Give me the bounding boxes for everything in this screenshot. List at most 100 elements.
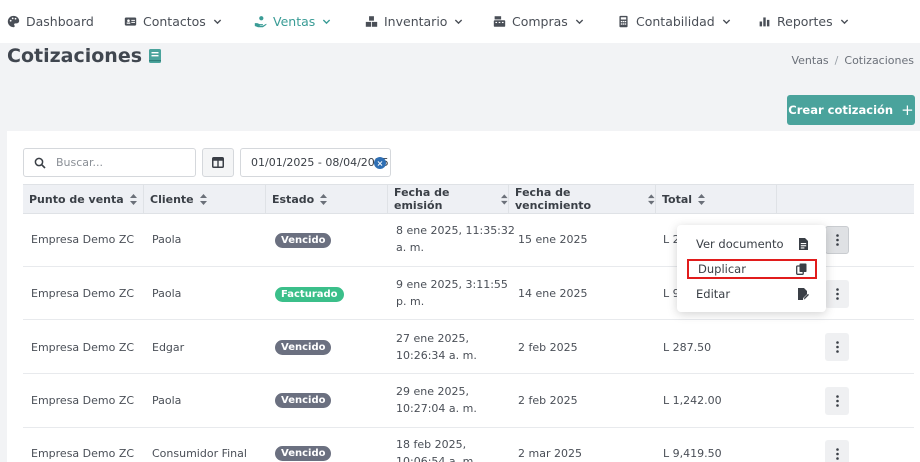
nav-label: Ventas bbox=[273, 14, 316, 29]
kebab-icon bbox=[835, 288, 839, 300]
menu-item-editar[interactable]: Editar bbox=[687, 284, 817, 304]
sort-icon bbox=[648, 193, 655, 205]
status-badge: Vencido bbox=[275, 340, 332, 355]
cell-punto: Empresa Demo ZC bbox=[31, 341, 135, 354]
cell-emision-line2: p. m. bbox=[396, 295, 425, 308]
row-actions-button[interactable] bbox=[825, 387, 849, 415]
hand-coin-icon bbox=[254, 16, 267, 28]
cell-cliente: Paola bbox=[152, 233, 182, 246]
cell-punto: Empresa Demo ZC bbox=[31, 394, 135, 407]
columns-toggle-button[interactable] bbox=[202, 148, 234, 177]
nav-compras[interactable]: Compras bbox=[493, 0, 584, 43]
document-icon bbox=[799, 238, 808, 250]
sort-icon bbox=[320, 193, 328, 205]
cell-punto: Empresa Demo ZC bbox=[31, 287, 135, 300]
cell-emision-line1: 9 ene 2025, 3:11:55 bbox=[396, 278, 508, 291]
cell-emision-line2: 10:27:04 a. m. bbox=[396, 402, 477, 415]
header-label: Total bbox=[662, 192, 693, 206]
cell-vencimiento: 2 mar 2025 bbox=[518, 447, 582, 460]
header-label: Estado bbox=[272, 192, 315, 206]
cell-emision-line1: 27 ene 2025, bbox=[396, 332, 469, 345]
sort-icon bbox=[501, 193, 508, 205]
cell-emision-line2: a. m. bbox=[396, 241, 424, 254]
kebab-icon bbox=[835, 395, 839, 407]
cell-vencimiento: 2 feb 2025 bbox=[518, 394, 578, 407]
cell-total: L 9,419.50 bbox=[663, 447, 722, 460]
nav-contabilidad[interactable]: Contabilidad bbox=[617, 0, 731, 43]
menu-item-label: Ver documento bbox=[696, 237, 784, 251]
menu-item-ver-documento[interactable]: Ver documento bbox=[687, 234, 817, 254]
row-actions-button[interactable] bbox=[825, 440, 849, 462]
header-estado[interactable]: Estado bbox=[266, 185, 388, 213]
menu-item-duplicar[interactable]: Duplicar bbox=[687, 259, 817, 279]
calculator-icon bbox=[619, 15, 628, 28]
chevron-down-icon bbox=[213, 19, 221, 25]
contact-card-icon bbox=[124, 17, 137, 26]
cell-cliente: Consumidor Final bbox=[152, 447, 247, 460]
row-actions-button[interactable] bbox=[825, 226, 849, 254]
nav-label: Reportes bbox=[777, 14, 833, 29]
top-navbar: Dashboard Contactos Ventas Inventario Co… bbox=[0, 0, 920, 43]
chevron-down-icon bbox=[323, 19, 331, 25]
nav-contactos[interactable]: Contactos bbox=[124, 0, 222, 43]
table-row: Empresa Demo ZC Edgar Vencido 27 ene 202… bbox=[23, 321, 914, 374]
cell-emision-line1: 18 feb 2025, bbox=[396, 438, 467, 451]
cell-punto: Empresa Demo ZC bbox=[31, 447, 135, 460]
header-label: Punto de venta bbox=[29, 192, 124, 206]
cell-emision-line2: 10:06:54 a. m. bbox=[396, 455, 477, 462]
palette-icon bbox=[7, 15, 20, 28]
create-quote-label: Crear cotización bbox=[788, 103, 894, 117]
cell-emision-line1: 29 ene 2025, bbox=[396, 385, 469, 398]
breadcrumb-ventas[interactable]: Ventas bbox=[791, 54, 828, 67]
boxes-icon bbox=[365, 16, 378, 27]
nav-label: Compras bbox=[512, 14, 568, 29]
chevron-down-icon bbox=[455, 19, 463, 25]
header-label: Cliente bbox=[150, 192, 194, 206]
copy-icon bbox=[796, 263, 807, 275]
cell-vencimiento: 2 feb 2025 bbox=[518, 341, 578, 354]
page-title: Cotizaciones bbox=[7, 45, 162, 67]
header-fecha-emision[interactable]: Fecha de emisión bbox=[388, 185, 509, 213]
table-row: Empresa Demo ZC Consumidor Final Vencido… bbox=[23, 429, 914, 462]
cell-cliente: Paola bbox=[152, 394, 182, 407]
cell-emision-line2: 10:26:34 a. m. bbox=[396, 349, 477, 362]
row-actions-button[interactable] bbox=[825, 333, 849, 361]
cell-emision-line1: 8 ene 2025, 11:35:32 bbox=[396, 224, 515, 237]
date-range-input[interactable]: 01/01/2025 - 08/04/2025 × bbox=[240, 148, 391, 177]
page-title-text: Cotizaciones bbox=[7, 45, 143, 67]
cell-cliente: Paola bbox=[152, 287, 182, 300]
menu-item-label: Editar bbox=[696, 287, 731, 301]
sort-icon bbox=[199, 193, 207, 205]
nav-dashboard[interactable]: Dashboard bbox=[7, 0, 94, 43]
status-badge: Vencido bbox=[275, 393, 332, 408]
search-placeholder: Buscar... bbox=[56, 156, 104, 169]
cell-cliente: Edgar bbox=[152, 341, 185, 354]
header-fecha-vencimiento[interactable]: Fecha de vencimiento bbox=[509, 185, 656, 213]
chevron-down-icon bbox=[575, 19, 583, 25]
nav-inventario[interactable]: Inventario bbox=[365, 0, 463, 43]
cell-total: L 1,242.00 bbox=[663, 394, 722, 407]
nav-ventas[interactable]: Ventas bbox=[254, 0, 331, 43]
kebab-icon bbox=[835, 234, 839, 246]
header-actions bbox=[777, 185, 914, 213]
row-actions-button[interactable] bbox=[825, 280, 849, 308]
nav-reportes[interactable]: Reportes bbox=[758, 0, 849, 43]
header-punto-de-venta[interactable]: Punto de venta bbox=[23, 185, 144, 213]
header-label: Fecha de emisión bbox=[394, 186, 450, 212]
create-quote-button[interactable]: Crear cotización + bbox=[787, 95, 915, 125]
breadcrumb-current: Cotizaciones bbox=[844, 54, 914, 67]
status-badge: Facturado bbox=[275, 287, 344, 302]
header-cliente[interactable]: Cliente bbox=[144, 185, 266, 213]
status-badge: Vencido bbox=[275, 446, 332, 461]
cell-vencimiento: 14 ene 2025 bbox=[518, 287, 588, 300]
cell-punto: Empresa Demo ZC bbox=[31, 233, 135, 246]
clear-date-icon[interactable]: × bbox=[374, 157, 386, 169]
header-total[interactable]: Total bbox=[656, 185, 777, 213]
status-badge: Vencido bbox=[275, 233, 332, 248]
bar-chart-icon bbox=[759, 17, 770, 27]
breadcrumb-separator: / bbox=[834, 54, 839, 67]
cell-vencimiento: 15 ene 2025 bbox=[518, 233, 588, 246]
search-input[interactable]: Buscar... bbox=[23, 148, 196, 177]
row-actions-menu: Ver documento Duplicar Editar bbox=[677, 225, 826, 312]
table-header: Punto de venta Cliente Estado Fecha de e… bbox=[23, 184, 914, 214]
